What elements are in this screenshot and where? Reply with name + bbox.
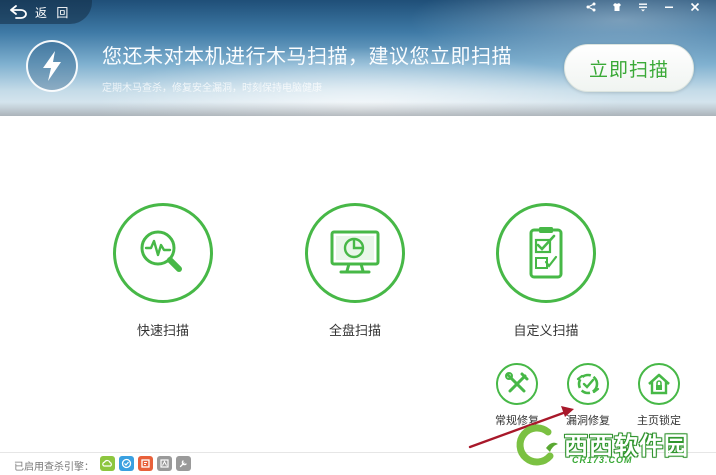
share-button[interactable]: [578, 0, 604, 14]
close-button[interactable]: [682, 0, 708, 14]
minimize-button[interactable]: [656, 0, 682, 14]
system-repair-engine-badge[interactable]: [176, 456, 191, 471]
quick-scan-option[interactable]: 快速扫描: [108, 203, 218, 339]
lightning-icon: [43, 51, 61, 81]
home-lock-icon: [648, 373, 670, 395]
custom-scan-ring: [496, 203, 596, 303]
scan-reminder-headline: 您还未对本机进行木马扫描，建议您立即扫描: [102, 46, 512, 68]
quick-scan-label: 快速扫描: [136, 323, 189, 338]
bitdefender-engine-icon: [141, 459, 150, 468]
watermark-logo-icon: [516, 424, 558, 466]
system-repair-engine-icon: [179, 460, 187, 468]
regular-repair-ring: [496, 363, 538, 405]
custom-scan-option[interactable]: 自定义扫描: [491, 203, 601, 339]
full-scan-label: 全盘扫描: [328, 323, 381, 338]
back-label: 返 回: [35, 5, 72, 20]
menu-button[interactable]: [630, 0, 656, 14]
vulnerability-repair-tool[interactable]: 漏洞修复: [556, 363, 620, 428]
qvm-engine-icon: [121, 458, 132, 469]
cloud-engine-icon: [102, 459, 112, 467]
skin-button[interactable]: [604, 0, 630, 14]
quick-scan-ring: [113, 203, 213, 303]
scan-now-button[interactable]: 立即扫描: [564, 44, 694, 92]
bolt-badge: [26, 40, 78, 92]
avira-engine-icon: [160, 459, 169, 468]
header-banner: 返 回 您还未对本机进行木马扫描，建议您立即扫描 定期木马查杀，修复安全漏洞，时…: [0, 0, 716, 116]
close-icon: [690, 2, 700, 12]
homepage-lock-ring: [638, 363, 680, 405]
custom-scan-icon: [529, 227, 563, 279]
horizon-background: [0, 102, 716, 116]
engines-label: 已启用查杀引擎：: [14, 462, 94, 473]
custom-scan-label: 自定义扫描: [513, 323, 579, 338]
full-scan-icon: [330, 230, 380, 274]
full-scan-option[interactable]: 全盘扫描: [300, 203, 410, 339]
homepage-lock-tool[interactable]: 主页锁定: [627, 363, 691, 428]
share-icon: [586, 2, 596, 12]
avira-engine-badge[interactable]: [157, 456, 172, 471]
vulnerability-repair-ring: [567, 363, 609, 405]
quick-scan-icon: [140, 230, 182, 272]
back-button[interactable]: 返 回: [0, 0, 92, 24]
site-watermark: 西西软件园 CR173.COM: [512, 422, 712, 472]
full-scan-ring: [305, 203, 405, 303]
watermark-domain: CR173.COM: [572, 455, 633, 465]
menu-icon: [639, 3, 647, 12]
wrench-screwdriver-icon: [505, 372, 529, 393]
back-arrow-icon: [10, 5, 27, 19]
skin-icon: [613, 3, 621, 11]
cloud-engine-badge[interactable]: [100, 456, 115, 471]
window-controls: [578, 0, 708, 14]
regular-repair-tool[interactable]: 常规修复: [485, 363, 549, 428]
minimize-icon: [665, 6, 673, 8]
patch-icon: [576, 373, 600, 395]
scan-reminder-subline: 定期木马查杀，修复安全漏洞，时刻保持电脑健康: [102, 83, 322, 94]
engine-list: [100, 456, 191, 471]
bitdefender-engine-badge[interactable]: [138, 456, 153, 471]
qvm-engine-badge[interactable]: [119, 456, 134, 471]
